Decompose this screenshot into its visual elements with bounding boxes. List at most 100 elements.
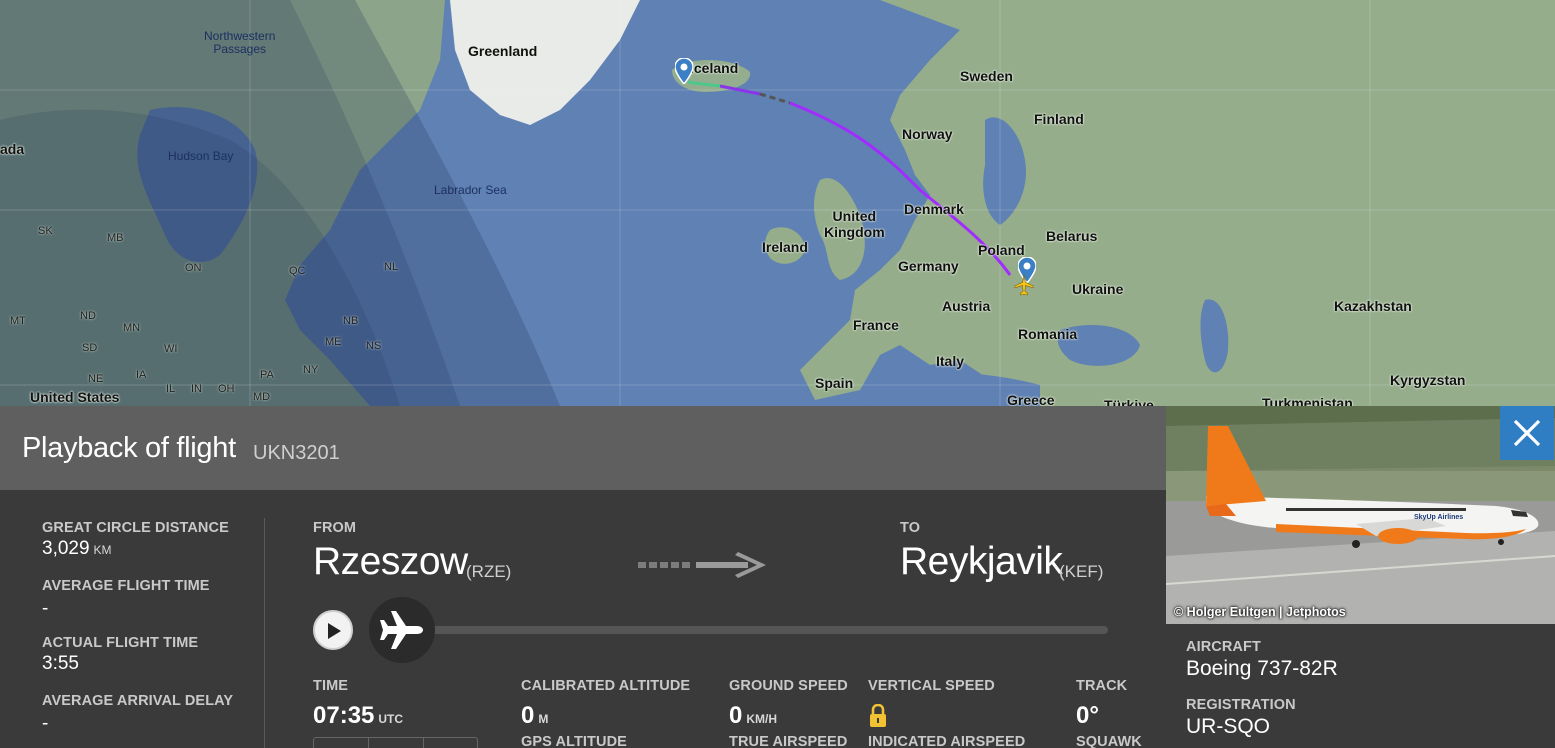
map-label-germany: Germany <box>898 258 959 274</box>
map-graphics <box>0 0 1555 406</box>
calibrated-altitude-label: CALIBRATED ALTITUDE <box>521 678 691 694</box>
map-label-nd: ND <box>80 310 96 322</box>
map-label-mb: MB <box>107 232 124 244</box>
from-label: FROM <box>313 520 357 536</box>
to-city: Reykjavik <box>900 540 1063 583</box>
actual-flight-time-label: ACTUAL FLIGHT TIME <box>42 635 199 651</box>
time: 07:35 UTC <box>313 702 403 730</box>
time-label: TIME <box>313 678 349 694</box>
map-label-finland: Finland <box>1034 111 1084 127</box>
playback-slider-handle[interactable] <box>369 597 435 663</box>
map-aircraft-icon[interactable] <box>1013 274 1035 296</box>
map-label-romania: Romania <box>1018 326 1078 342</box>
actual-flight-time-value: 3:55 <box>42 653 79 674</box>
photo-credit[interactable]: © Holger Eultgen | Jetphotos <box>1174 605 1346 619</box>
ground-speed-label: GROUND SPEED <box>729 678 848 694</box>
calibrated-altitude: 0M <box>521 702 548 730</box>
map-label-hudson-bay: Hudson Bay <box>168 149 234 163</box>
average-arrival-delay-label: AVERAGE ARRIVAL DELAY <box>42 693 234 709</box>
map-label-united-states: United States <box>30 389 120 405</box>
flight-map[interactable]: Northwestern Passages Greenland Iceland … <box>0 0 1555 406</box>
great-circle-distance-value: 3,029 <box>42 538 90 559</box>
map-label-md: MD <box>253 391 271 403</box>
from-city: Rzeszow <box>313 540 468 583</box>
time-controls-divider <box>368 738 369 748</box>
airplane-icon <box>380 611 423 649</box>
registration-value: UR-SQO <box>1186 715 1270 738</box>
squawk-label: SQUAWK <box>1076 734 1142 748</box>
destination-pin-icon[interactable] <box>675 58 693 84</box>
vertical-speed-label: VERTICAL SPEED <box>868 678 995 694</box>
true-airspeed-label: TRUE AIRSPEED <box>729 734 848 748</box>
time-value: 07:35 <box>313 702 375 729</box>
map-label-canada: ada <box>0 141 25 157</box>
flight-number: UKN3201 <box>253 442 340 464</box>
great-circle-distance-label: GREAT CIRCLE DISTANCE <box>42 520 229 536</box>
time-controls-divider <box>423 738 424 748</box>
to-code: (KEF) <box>1059 562 1104 581</box>
track-value: 0° <box>1076 702 1099 729</box>
calibrated-altitude-value: 0 <box>521 702 535 729</box>
map-label-qc: QC <box>289 265 306 277</box>
play-button[interactable] <box>313 610 353 650</box>
map-label-sd: SD <box>82 342 98 354</box>
map-label-ireland: Ireland <box>762 239 808 255</box>
map-label-ukraine: Ukraine <box>1072 281 1124 297</box>
map-label-pa: PA <box>260 369 274 381</box>
map-label-ne: NE <box>88 373 104 385</box>
ground-speed-unit: KM/H <box>746 712 778 726</box>
livery-text: SkyUp Airlines <box>1414 514 1464 521</box>
map-label-spain: Spain <box>815 375 854 391</box>
flight-playback-panel: Playback of flight UKN3201 GREAT CIRCLE … <box>0 406 1166 748</box>
map-label-labrador-sea: Labrador Sea <box>434 183 507 197</box>
map-label-wi: WI <box>164 343 178 355</box>
time-unit: UTC <box>378 712 404 726</box>
map-label-ny: NY <box>303 364 319 376</box>
panel-divider <box>264 518 265 748</box>
from-code: (RZE) <box>466 562 512 581</box>
map-label-ns: NS <box>366 340 382 352</box>
track-label: TRACK <box>1076 678 1128 694</box>
average-flight-time-label: AVERAGE FLIGHT TIME <box>42 578 210 594</box>
aircraft-info-panel: AIRCRAFT Boeing 737-82R REGISTRATION UR-… <box>1166 624 1555 748</box>
aircraft-value: Boeing 737-82R <box>1186 657 1338 680</box>
close-button[interactable] <box>1500 406 1554 460</box>
map-label-iceland: Iceland <box>690 60 739 76</box>
map-label-oh: OH <box>218 383 235 395</box>
map-label-sk: SK <box>38 225 53 237</box>
map-label-turkmenistan: Turkmenistan <box>1262 395 1353 406</box>
indicated-airspeed-label: INDICATED AIRSPEED <box>868 734 1026 748</box>
map-label-kyrgyzstan: Kyrgyzstan <box>1390 372 1466 388</box>
playback-slider-track[interactable] <box>400 626 1108 634</box>
play-icon <box>328 623 341 639</box>
lock-icon[interactable] <box>868 704 888 728</box>
map-label-france: France <box>853 317 899 333</box>
gps-altitude-label: GPS ALTITUDE <box>521 734 627 748</box>
ground-speed-value: 0 <box>729 702 743 729</box>
map-label-belarus: Belarus <box>1046 228 1098 244</box>
panel-header: Playback of flight UKN3201 <box>0 406 1166 490</box>
map-label-mn: MN <box>123 322 141 334</box>
map-label-mt: MT <box>10 315 26 327</box>
map-label-united-kingdom: United Kingdom <box>824 208 885 240</box>
time-controls[interactable] <box>313 737 478 748</box>
map-label-nb: NB <box>343 315 359 327</box>
registration-label: REGISTRATION <box>1186 697 1296 713</box>
map-label-denmark: Denmark <box>904 201 964 217</box>
map-label-sweden: Sweden <box>960 68 1013 84</box>
aircraft-label: AIRCRAFT <box>1186 639 1261 655</box>
map-label-il: IL <box>166 383 176 395</box>
map-label-ia: IA <box>136 369 147 381</box>
map-label-northwestern-passages: Northwestern Passages <box>204 29 276 56</box>
aircraft-photo-image <box>1166 406 1555 624</box>
great-circle-distance-unit: KM <box>93 543 112 557</box>
map-label-on: ON <box>185 262 202 274</box>
map-label-poland: Poland <box>978 242 1025 258</box>
close-icon <box>1513 419 1541 447</box>
map-label-me: ME <box>325 336 342 348</box>
map-label-turkiye: Türkiye <box>1104 397 1154 406</box>
average-flight-time-value: - <box>42 598 49 619</box>
aircraft-photo[interactable]: SkyUp Airlines © Holger Eultgen | Jetpho… <box>1166 406 1555 624</box>
route-arrow-icon <box>638 552 766 578</box>
great-circle-distance: 3,029 KM <box>42 538 112 560</box>
